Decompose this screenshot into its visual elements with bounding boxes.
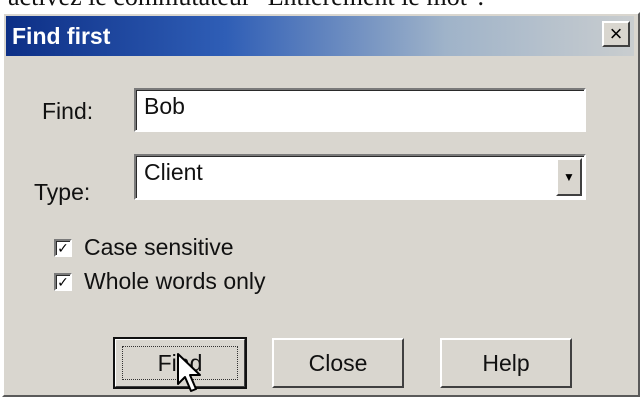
find-label: Find:: [42, 98, 94, 124]
close-button-label: Close: [308, 349, 368, 376]
find-input-value: Bob: [144, 93, 185, 119]
checkmark-icon: ✓: [57, 239, 69, 256]
title-bar[interactable]: Find first ×: [6, 16, 634, 56]
case-sensitive-label: Case sensitive: [84, 234, 234, 260]
help-button[interactable]: Help: [440, 338, 572, 388]
close-icon: ×: [609, 21, 623, 46]
find-input[interactable]: Bob: [134, 88, 586, 132]
whole-words-checkbox-row[interactable]: ✓ Whole words only: [54, 268, 266, 295]
case-sensitive-checkbox[interactable]: ✓: [54, 238, 72, 257]
type-select[interactable]: Client ▼: [134, 154, 586, 200]
mouse-pointer-icon: [177, 353, 201, 392]
find-first-dialog: Find first × Find: Bob Type: Client ▼ ✓ …: [2, 12, 640, 397]
close-button[interactable]: Close: [272, 338, 404, 388]
checkmark-icon: ✓: [57, 273, 69, 290]
case-sensitive-checkbox-row[interactable]: ✓ Case sensitive: [54, 234, 234, 261]
chevron-down-icon[interactable]: ▼: [556, 158, 582, 196]
type-select-value: Client: [144, 159, 203, 185]
page-caption: activez le commutateur "Entièrement le m…: [0, 0, 640, 8]
whole-words-checkbox[interactable]: ✓: [54, 272, 72, 291]
close-window-button[interactable]: ×: [602, 21, 630, 47]
whole-words-label: Whole words only: [84, 268, 266, 294]
dialog-title: Find first: [12, 23, 111, 49]
type-label: Type:: [34, 179, 91, 205]
help-button-label: Help: [482, 349, 530, 376]
